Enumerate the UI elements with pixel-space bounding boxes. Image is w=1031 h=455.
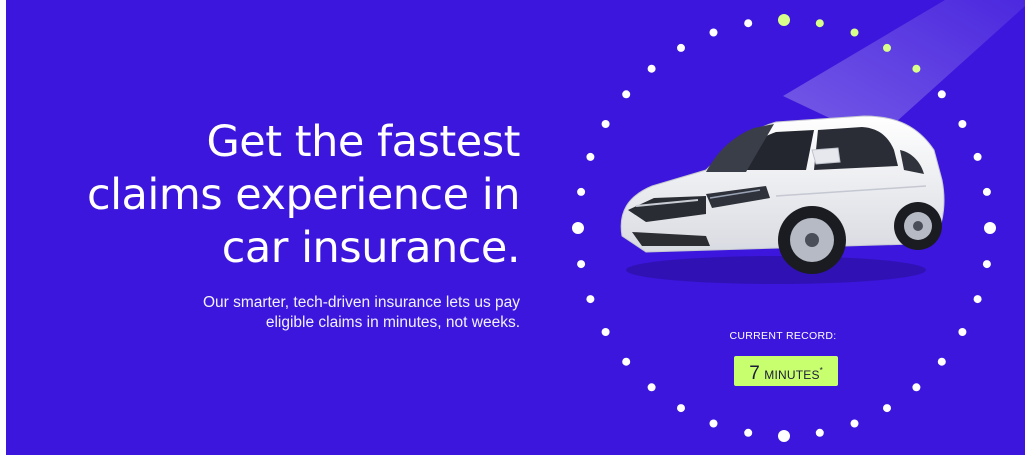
timer-dot <box>677 404 685 413</box>
headline-line: Get the fastest <box>206 117 520 167</box>
hero-banner: Get the fastest claims experience in car… <box>6 0 1025 455</box>
timer-dot-active <box>912 64 921 73</box>
timer-dot <box>647 64 656 73</box>
timer-dot <box>572 222 584 234</box>
timer-dot <box>937 357 946 366</box>
timer-dot <box>709 419 718 428</box>
timer-dot-active <box>850 28 859 37</box>
timer-dot <box>577 260 586 269</box>
timer-dot-active <box>883 43 891 52</box>
hero-headline: Get the fastest claims experience in car… <box>86 116 521 275</box>
timer-dot <box>601 328 610 336</box>
timer-dot-active <box>778 14 790 26</box>
headline-line: car insurance. <box>221 223 521 273</box>
timer-dot <box>937 90 946 99</box>
timer-dot <box>973 295 982 304</box>
timer-dot <box>912 383 921 392</box>
timer-dot <box>982 187 991 196</box>
record-label: CURRENT RECORD: <box>729 330 837 342</box>
timer-dot <box>958 120 967 128</box>
timer-dot <box>778 430 790 442</box>
timer-dot <box>982 260 991 269</box>
timer-dot <box>586 295 595 304</box>
subtext-line: Our smarter, tech-driven insurance lets … <box>202 294 520 311</box>
timer-dot <box>883 404 891 413</box>
hero-copy: Get the fastest claims experience in car… <box>86 116 521 333</box>
record-unit: MINUTES <box>764 368 820 382</box>
timer-dot <box>973 152 982 161</box>
timer-dot <box>744 428 753 437</box>
timer-dot <box>984 222 996 234</box>
timer-dot-active <box>815 19 824 28</box>
timer-dot <box>622 90 631 99</box>
timer-dot <box>577 187 586 196</box>
record-value: 7 <box>749 363 760 384</box>
record-footnote-mark: * <box>819 366 823 375</box>
hero-subtext: Our smarter, tech-driven insurance lets … <box>87 293 520 333</box>
timer-dot <box>850 419 859 428</box>
timer-dot <box>601 120 610 128</box>
record-badge: 7 MINUTES* <box>734 356 838 386</box>
timer-dot <box>958 328 967 336</box>
timer-dot <box>647 383 656 392</box>
timer-dot <box>815 428 824 437</box>
subtext-line: eligible claims in minutes, not weeks. <box>265 314 520 331</box>
timer-dot <box>622 357 631 366</box>
timer-dot <box>677 43 685 52</box>
timer-dot <box>709 28 718 37</box>
timer-dot <box>586 152 595 161</box>
headline-line: claims experience in <box>86 170 521 220</box>
timer-dot <box>744 19 753 28</box>
